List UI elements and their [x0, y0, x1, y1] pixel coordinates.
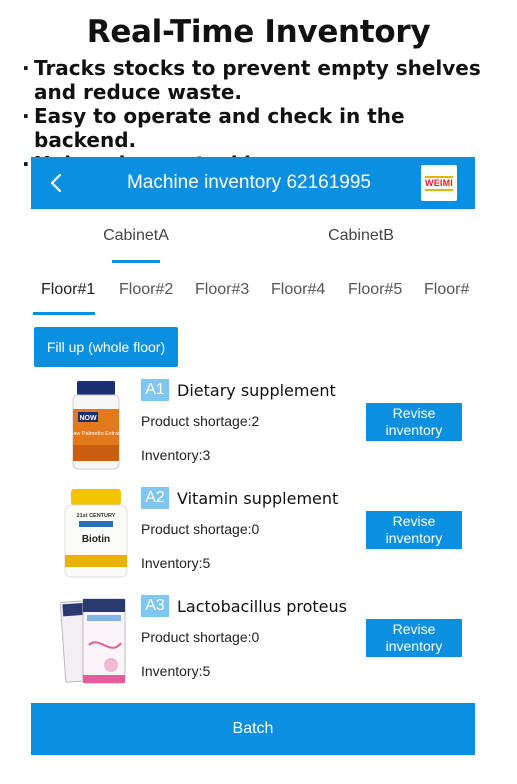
promo-bullet: Tracks stocks to prevent empty shelves a… [22, 56, 512, 104]
slot-badge: A3 [141, 595, 169, 617]
product-name: Vitamin supplement [177, 489, 339, 508]
product-inventory: Inventory:5 [141, 663, 211, 679]
promo-title: Real-Time Inventory [86, 14, 431, 50]
revise-inventory-button[interactable]: Revise inventory [366, 511, 462, 549]
fill-up-floor-button[interactable]: Fill up (whole floor) [34, 327, 178, 367]
tab-floor-6[interactable]: Floor# [424, 281, 469, 299]
slot-badge: A1 [141, 379, 169, 401]
page-title: Machine inventory 62161995 [126, 172, 371, 193]
product-shortage: Product shortage:0 [141, 629, 260, 645]
bottle-label-text: Biotin [82, 534, 110, 545]
product-inventory: Inventory:5 [141, 555, 211, 571]
tab-floor-3[interactable]: Floor#3 [195, 281, 249, 299]
supplement-bottle-icon: NOW Saw Palmetto Extract [70, 381, 123, 470]
cabinet-tab-bar: CabinetA CabinetB [31, 209, 475, 267]
chevron-left-icon [50, 173, 62, 193]
floor-tab-bar: Floor#1 Floor#2 Floor#3 Floor#4 Floor#5 … [31, 275, 475, 319]
phone-app-screen: Machine inventory 62161995 WEIMI Cabinet… [31, 157, 475, 755]
back-button[interactable] [41, 167, 71, 199]
product-shortage: Product shortage:0 [141, 521, 260, 537]
promo-bullet: Easy to operate and check in the backend… [22, 104, 512, 152]
tab-floor-4[interactable]: Floor#4 [271, 281, 325, 299]
tab-cabinet-a[interactable]: CabinetA [76, 227, 196, 245]
product-name: Lactobacillus proteus [177, 597, 347, 616]
bottle-label-text: Saw Palmetto Extract [70, 431, 123, 437]
tab-floor-5[interactable]: Floor#5 [348, 281, 402, 299]
product-shortage: Product shortage:2 [141, 413, 260, 429]
revise-inventory-button[interactable]: Revise inventory [366, 403, 462, 441]
bottle-brand-text: NOW [79, 415, 97, 422]
bottle-brand-text: 21st CENTURY [77, 513, 116, 519]
batch-button[interactable]: Batch [31, 703, 475, 755]
top-bar: Machine inventory 62161995 WEIMI [31, 157, 475, 209]
floor-tab-indicator [33, 312, 95, 315]
cabinet-tab-indicator [112, 260, 160, 263]
tab-floor-1[interactable]: Floor#1 [41, 281, 95, 299]
list-item: A3 Lactobacillus proteus Product shortag… [31, 593, 475, 689]
tab-cabinet-b[interactable]: CabinetB [301, 227, 421, 245]
brand-logo-text: WEIMI [425, 175, 453, 191]
slot-badge: A2 [141, 487, 169, 509]
list-item: NOW Saw Palmetto Extract A1 Dietary supp… [31, 377, 475, 473]
brand-logo: WEIMI [421, 165, 457, 201]
product-inventory: Inventory:3 [141, 447, 211, 463]
list-item: 21st CENTURY Biotin A2 Vitamin supplemen… [31, 485, 475, 581]
probiotic-pack-icon [59, 598, 126, 684]
revise-inventory-button[interactable]: Revise inventory [366, 619, 462, 657]
tab-floor-2[interactable]: Floor#2 [119, 281, 173, 299]
product-name: Dietary supplement [177, 381, 336, 400]
vitamin-bottle-icon: 21st CENTURY Biotin [64, 489, 128, 578]
